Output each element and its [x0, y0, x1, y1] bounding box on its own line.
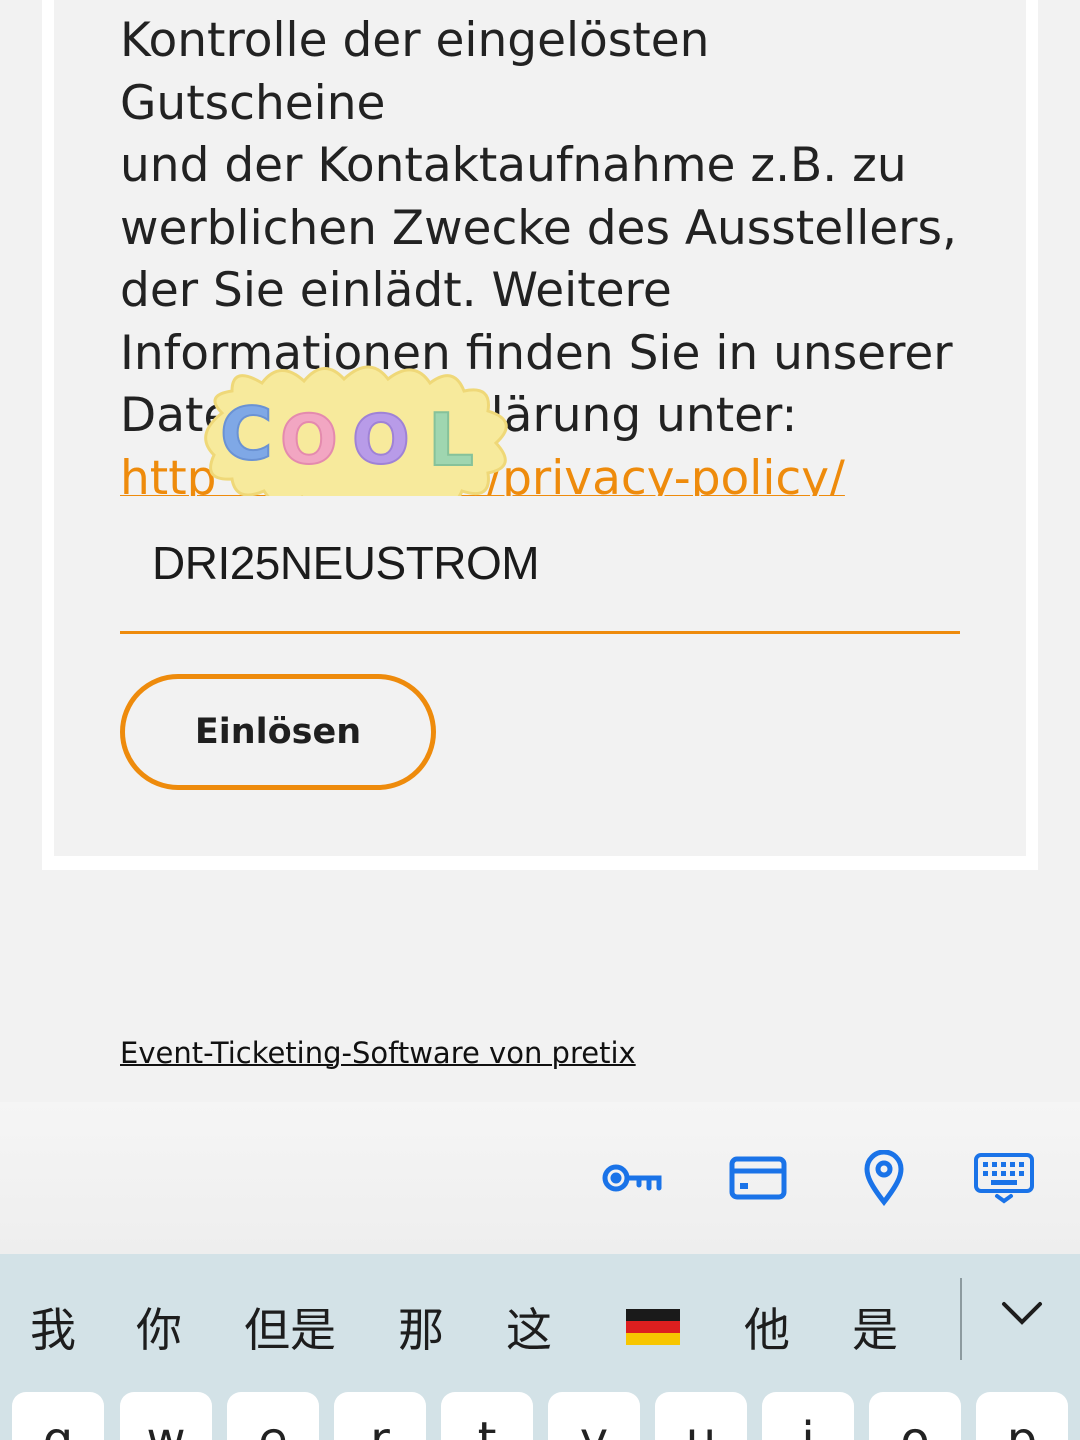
- key-i[interactable]: i: [762, 1392, 854, 1440]
- cool-sticker: C O O L: [204, 365, 508, 510]
- key-icon[interactable]: [600, 1146, 664, 1210]
- keyboard-icon[interactable]: [972, 1146, 1036, 1210]
- candidate-3[interactable]: 但是: [244, 1294, 336, 1360]
- german-flag-candidate[interactable]: [626, 1302, 680, 1356]
- key-y[interactable]: y: [548, 1392, 640, 1440]
- location-pin-icon[interactable]: [852, 1146, 916, 1210]
- candidate-4[interactable]: 那: [398, 1294, 444, 1360]
- german-flag-icon: [626, 1309, 680, 1345]
- redeem-button[interactable]: Einlösen: [120, 674, 436, 790]
- candidate-divider: [960, 1278, 962, 1360]
- key-e[interactable]: e: [227, 1392, 319, 1440]
- candidate-7[interactable]: 他: [744, 1294, 790, 1360]
- candidate-1[interactable]: 我: [30, 1294, 76, 1360]
- key-t[interactable]: t: [441, 1392, 533, 1440]
- key-w[interactable]: w: [120, 1392, 212, 1440]
- key-o[interactable]: o: [869, 1392, 961, 1440]
- autofill-toolbar: [0, 1102, 1080, 1254]
- pretix-footer-link[interactable]: Event-Ticketing-Software von pretix: [120, 1036, 636, 1070]
- sticker-letter-o1: O: [280, 401, 338, 480]
- chevron-down-icon[interactable]: [998, 1290, 1046, 1338]
- key-r[interactable]: r: [334, 1392, 426, 1440]
- sticker-letter-o2: O: [352, 401, 410, 480]
- sticker-letter-c: C: [220, 392, 273, 476]
- candidate-2[interactable]: 你: [136, 1294, 182, 1360]
- candidate-8[interactable]: 是: [852, 1294, 898, 1360]
- voucher-code-input[interactable]: DRI25NEUSTROM: [120, 496, 960, 634]
- credit-card-icon[interactable]: [726, 1146, 790, 1210]
- sticker-letter-l: L: [428, 398, 474, 482]
- voucher-code-value: DRI25NEUSTROM: [152, 537, 540, 589]
- candidate-5[interactable]: 这: [506, 1294, 552, 1360]
- key-q[interactable]: q: [12, 1392, 104, 1440]
- key-p[interactable]: p: [976, 1392, 1068, 1440]
- key-u[interactable]: u: [655, 1392, 747, 1440]
